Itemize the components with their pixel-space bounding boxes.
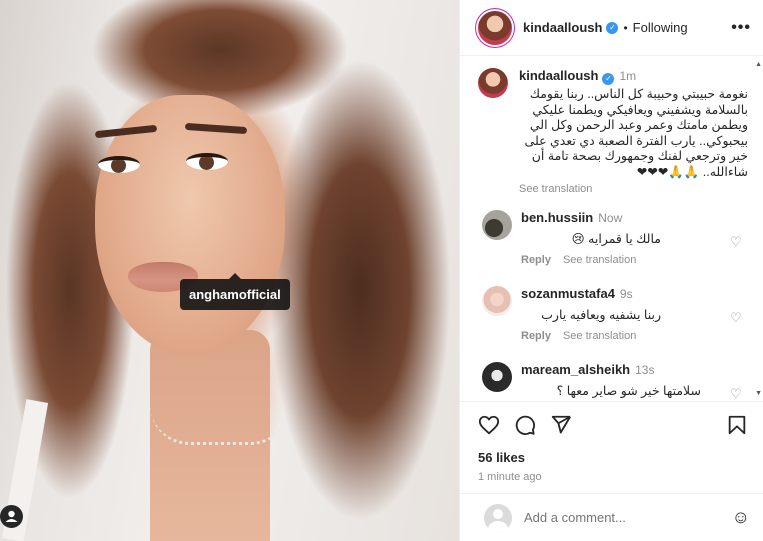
comment-item: ben.hussiin Now مالك يا قمرايه 😢 Reply See…	[482, 210, 763, 266]
like-comment-icon[interactable]: ♡	[730, 235, 742, 248]
post-header: kindaalloush ✓ • Following •••	[460, 0, 763, 56]
caption-text: نغومة حبيبتي وحبيبة كل الناس.. ربنا يقوم…	[524, 87, 748, 179]
caption-username[interactable]: kindaalloush	[519, 68, 598, 83]
like-comment-icon[interactable]: ♡	[730, 311, 742, 324]
commenter-avatar[interactable]	[482, 210, 512, 240]
comment-username[interactable]: ben.hussiin	[521, 210, 593, 225]
author-username[interactable]: kindaalloush	[523, 20, 602, 35]
user-tag-label[interactable]: anghamofficial	[180, 273, 290, 310]
comment-time: 13s	[635, 363, 655, 377]
separator-dot: •	[623, 20, 628, 35]
comment-username[interactable]: sozanmustafa4	[521, 286, 615, 301]
scroll-up-icon[interactable]: ▲	[755, 61, 762, 68]
like-comment-icon[interactable]: ♡	[730, 387, 742, 400]
scroll-down-icon[interactable]: ▼	[755, 390, 762, 397]
photo-eye-left	[98, 156, 140, 173]
commenter-avatar[interactable]	[482, 286, 512, 316]
see-translation-button[interactable]: See translation	[563, 330, 636, 342]
bookmark-icon[interactable]	[726, 414, 748, 436]
post-side-panel: kindaalloush ✓ • Following ••• kindaallo…	[459, 0, 763, 541]
comment-icon[interactable]	[514, 414, 536, 436]
comment-text: سلامتها خير شو صاير معها ؟	[556, 384, 701, 398]
verified-badge-icon: ✓	[602, 73, 615, 85]
caption-time: 1m	[619, 69, 637, 83]
photo-eye-right	[186, 153, 228, 170]
post-actions: 56 likes 1 minute ago	[460, 401, 763, 493]
viewer-avatar	[484, 503, 512, 532]
comment-item: sozanmustafa4 9s ربنا يشفيه ويعافيه يارب …	[482, 286, 763, 342]
comment-text: مالك يا قمرايه 😢	[571, 232, 661, 246]
add-comment-input[interactable]	[524, 510, 732, 525]
comment-text: ربنا يشفيه ويعافيه يارب	[541, 308, 661, 322]
caption-avatar[interactable]	[478, 68, 508, 98]
caption-see-translation[interactable]: See translation	[519, 183, 748, 195]
likes-count[interactable]: 56 likes	[478, 450, 748, 465]
comments-list[interactable]: kindaalloush ✓ 1m نغومة حبيبتي وحبيبة كل ا…	[460, 57, 763, 401]
reply-button[interactable]: Reply	[521, 254, 551, 266]
comment-time: 9s	[619, 287, 633, 301]
comment-username[interactable]: maream_alsheikh	[521, 362, 630, 377]
user-icon[interactable]	[0, 505, 23, 528]
following-button[interactable]: Following	[633, 20, 688, 35]
commenter-avatar[interactable]	[482, 362, 512, 392]
see-translation-button[interactable]: See translation	[563, 254, 636, 266]
post-time-ago: 1 minute ago	[478, 471, 542, 483]
comments-scrollbar[interactable]: ▲ ▼	[755, 57, 763, 401]
like-heart-icon[interactable]	[478, 414, 500, 436]
comment-time: Now	[598, 211, 623, 225]
comment-item: maream_alsheikh 13s سلامتها خير شو صاير م…	[482, 362, 763, 400]
reply-button[interactable]: Reply	[521, 330, 551, 342]
post-caption: kindaalloush ✓ 1m نغومة حبيبتي وحبيبة كل ا…	[460, 57, 763, 195]
emoji-icon[interactable]: ☺	[732, 507, 750, 528]
share-icon[interactable]	[550, 414, 572, 436]
author-avatar[interactable]	[478, 10, 512, 45]
post-photo[interactable]: anghamofficial	[0, 0, 459, 541]
verified-badge-icon: ✓	[606, 21, 619, 34]
more-options-icon[interactable]: •••	[731, 19, 751, 37]
add-comment-bar: ☺	[460, 493, 763, 541]
photo-necklace	[150, 405, 290, 445]
